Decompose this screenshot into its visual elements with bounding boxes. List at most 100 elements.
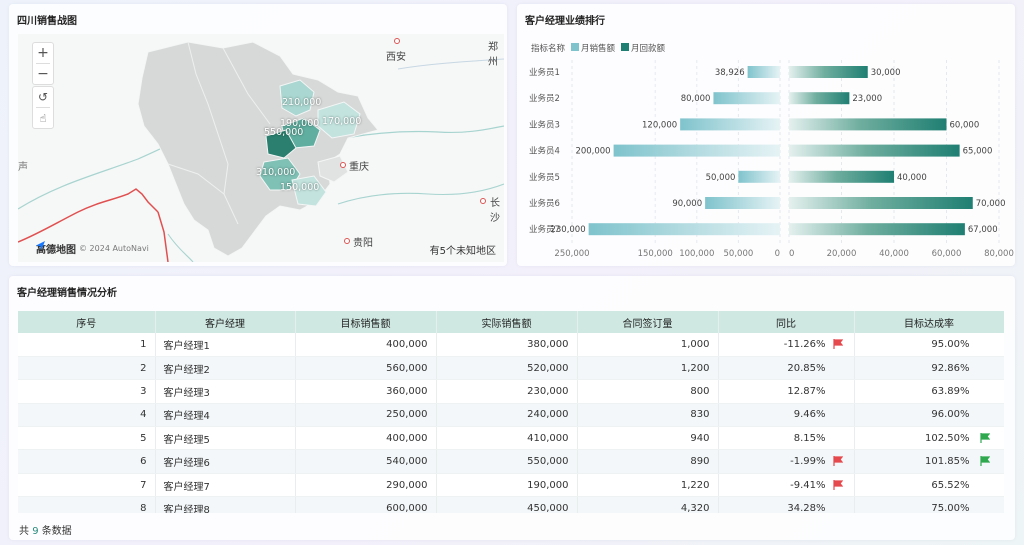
region-value-label: 210,000	[282, 97, 322, 108]
column-header-actual-sales[interactable]: 实际销售额	[436, 311, 578, 333]
right-axis-tick-label: 40,000	[879, 249, 909, 259]
cell-target-sales-value: 560,000	[386, 362, 428, 374]
cell-index-value: 8	[140, 502, 147, 513]
table-row[interactable]: 4 客户经理4 250,000 240,000 830 9.46% 96.00%	[18, 403, 1004, 428]
sales-bar	[705, 197, 780, 209]
cell-target-sales-value: 400,000	[386, 432, 428, 444]
cell-achievement-rate-value: 92.86%	[931, 362, 970, 374]
cell-contracts: 1,200	[577, 356, 719, 381]
cell-yoy-value: 34.28%	[787, 502, 826, 513]
cell-target-sales-value: 360,000	[386, 385, 428, 397]
sales-value-label: 120,000	[642, 120, 677, 130]
flag-slot	[826, 479, 850, 491]
sales-bar	[588, 223, 780, 236]
city-marker-icon	[340, 162, 346, 168]
cell-achievement-rate-value: 75.00%	[931, 502, 970, 513]
left-axis-tick-label: 0	[775, 249, 780, 259]
cell-manager: 客户经理5	[155, 426, 296, 451]
collection-bar	[789, 92, 850, 105]
flag-icon	[979, 456, 990, 467]
sichuan-map[interactable]: + − ↺ ☝ 210,000 170,000 190,000 550,000 …	[18, 34, 504, 262]
table-row[interactable]: 5 客户经理5 400,000 410,000 940 8.15% 102.50%	[18, 426, 1004, 451]
table-card-title: 客户经理销售情况分析	[17, 288, 117, 299]
cell-manager-value: 客户经理2	[163, 364, 210, 376]
cell-manager-value: 客户经理1	[163, 340, 210, 352]
cell-target-sales-value: 540,000	[386, 456, 428, 468]
table-row[interactable]: 8 客户经理8 600,000 450,000 4,320 34.28% 75.00%	[18, 496, 1004, 513]
table-row[interactable]: 1 客户经理1 400,000 380,000 1,000 -11.26% 95.00%	[18, 333, 1004, 357]
cell-yoy-value: -9.41%	[790, 479, 826, 491]
column-header-manager[interactable]: 客户经理	[155, 311, 296, 333]
cell-index: 7	[18, 473, 156, 498]
cell-achievement-rate-value: 101.85%	[925, 456, 970, 468]
table-footer-count: 共 9 条数据	[19, 522, 72, 537]
cell-index: 3	[18, 379, 156, 404]
cell-achievement-rate-value: 65.52%	[931, 479, 970, 491]
cell-contracts: 4,320	[577, 496, 719, 513]
cell-target-sales: 290,000	[295, 473, 437, 498]
cell-index-value: 4	[140, 409, 147, 421]
cell-target-sales: 400,000	[295, 426, 437, 451]
category-label: 业务员5	[529, 172, 560, 183]
cell-manager-value: 客户经理4	[163, 411, 210, 423]
zoom-in-button[interactable]: +	[33, 43, 53, 63]
sales-bar	[738, 170, 780, 183]
cell-actual-sales-value: 520,000	[527, 362, 569, 374]
cell-yoy: -9.41%	[718, 473, 855, 498]
sales-bar	[680, 118, 780, 131]
cell-manager: 客户经理2	[155, 356, 296, 381]
cell-index-value: 2	[140, 362, 147, 374]
sales-map-card: 四川销售战图 + − ↺ ☝ 210,000 170,000 190,000 5…	[9, 4, 507, 266]
cell-manager-value: 客户经理8	[163, 504, 210, 513]
cell-achievement-rate-value: 95.00%	[931, 338, 970, 350]
column-header-yoy[interactable]: 同比	[718, 311, 855, 333]
sales-value-label: 90,000	[672, 199, 702, 209]
cell-actual-sales: 240,000	[436, 403, 578, 428]
collection-bar	[789, 66, 868, 78]
cell-contracts-value: 4,320	[680, 502, 710, 513]
flag-icon	[832, 479, 843, 490]
cell-yoy: 12.87%	[718, 379, 855, 404]
footer-count: 9	[32, 526, 39, 537]
map-card-title: 四川销售战图	[17, 16, 77, 27]
edge-label: 声	[18, 162, 28, 173]
sales-table: 序号 客户经理 目标销售额 实际销售额 合同签订量 同比 目标达成率 1 客户经理…	[18, 311, 1004, 513]
table-scroll-area[interactable]: 序号 客户经理 目标销售额 实际销售额 合同签订量 同比 目标达成率 1 客户经理…	[18, 311, 1004, 513]
sales-bar	[713, 92, 780, 105]
hand-pointer-icon[interactable]: ☝	[33, 108, 53, 128]
column-header-index[interactable]: 序号	[18, 311, 156, 333]
cell-index-value: 1	[140, 338, 147, 350]
sales-value-label: 230,000	[550, 225, 585, 235]
collection-value-label: 70,000	[976, 199, 1006, 209]
column-header-target-sales[interactable]: 目标销售额	[295, 311, 437, 333]
table-row[interactable]: 3 客户经理3 360,000 230,000 800 12.87% 63.89%	[18, 379, 1004, 404]
zoom-out-button[interactable]: −	[33, 64, 53, 84]
navigation-arrow-icon	[36, 241, 45, 250]
ranking-chart: 250,000 150,000 100,000 50,000 0 0 20,000 40,00…	[529, 60, 1014, 259]
table-row[interactable]: 7 客户经理7 290,000 190,000 1,220 -9.41% 65.52%	[18, 473, 1004, 498]
cell-yoy-value: 8.15%	[793, 432, 826, 444]
cell-contracts-value: 830	[690, 409, 710, 421]
table-row[interactable]: 2 客户经理2 560,000 520,000 1,200 20.85% 92.86%	[18, 356, 1004, 381]
collection-bar	[789, 197, 973, 209]
column-header-achievement-rate[interactable]: 目标达成率	[854, 311, 1004, 333]
category-label: 业务员1	[529, 67, 560, 78]
cell-manager: 客户经理4	[155, 403, 296, 428]
table-row[interactable]: 6 客户经理6 540,000 550,000 890 -1.99% 101.85%	[18, 449, 1004, 474]
cell-manager-value: 客户经理6	[163, 458, 210, 470]
cell-index-value: 5	[140, 432, 147, 444]
cell-achievement-rate: 102.50%	[854, 426, 1004, 451]
flag-slot	[970, 456, 1000, 467]
cell-achievement-rate-value: 96.00%	[931, 409, 970, 421]
reset-icon[interactable]: ↺	[33, 87, 53, 107]
left-axis-tick-label: 250,000	[554, 249, 589, 259]
map-copyright: © 2024 AutoNavi	[79, 244, 149, 253]
cell-actual-sales: 410,000	[436, 426, 578, 451]
cell-achievement-rate: 63.89%	[854, 379, 1004, 404]
cell-actual-sales: 520,000	[436, 356, 578, 381]
cell-target-sales-value: 290,000	[386, 479, 428, 491]
flag-slot	[826, 456, 850, 467]
region-value-label: 310,000	[256, 167, 296, 178]
cell-contracts-value: 800	[690, 385, 710, 397]
column-header-contracts[interactable]: 合同签订量	[577, 311, 719, 333]
